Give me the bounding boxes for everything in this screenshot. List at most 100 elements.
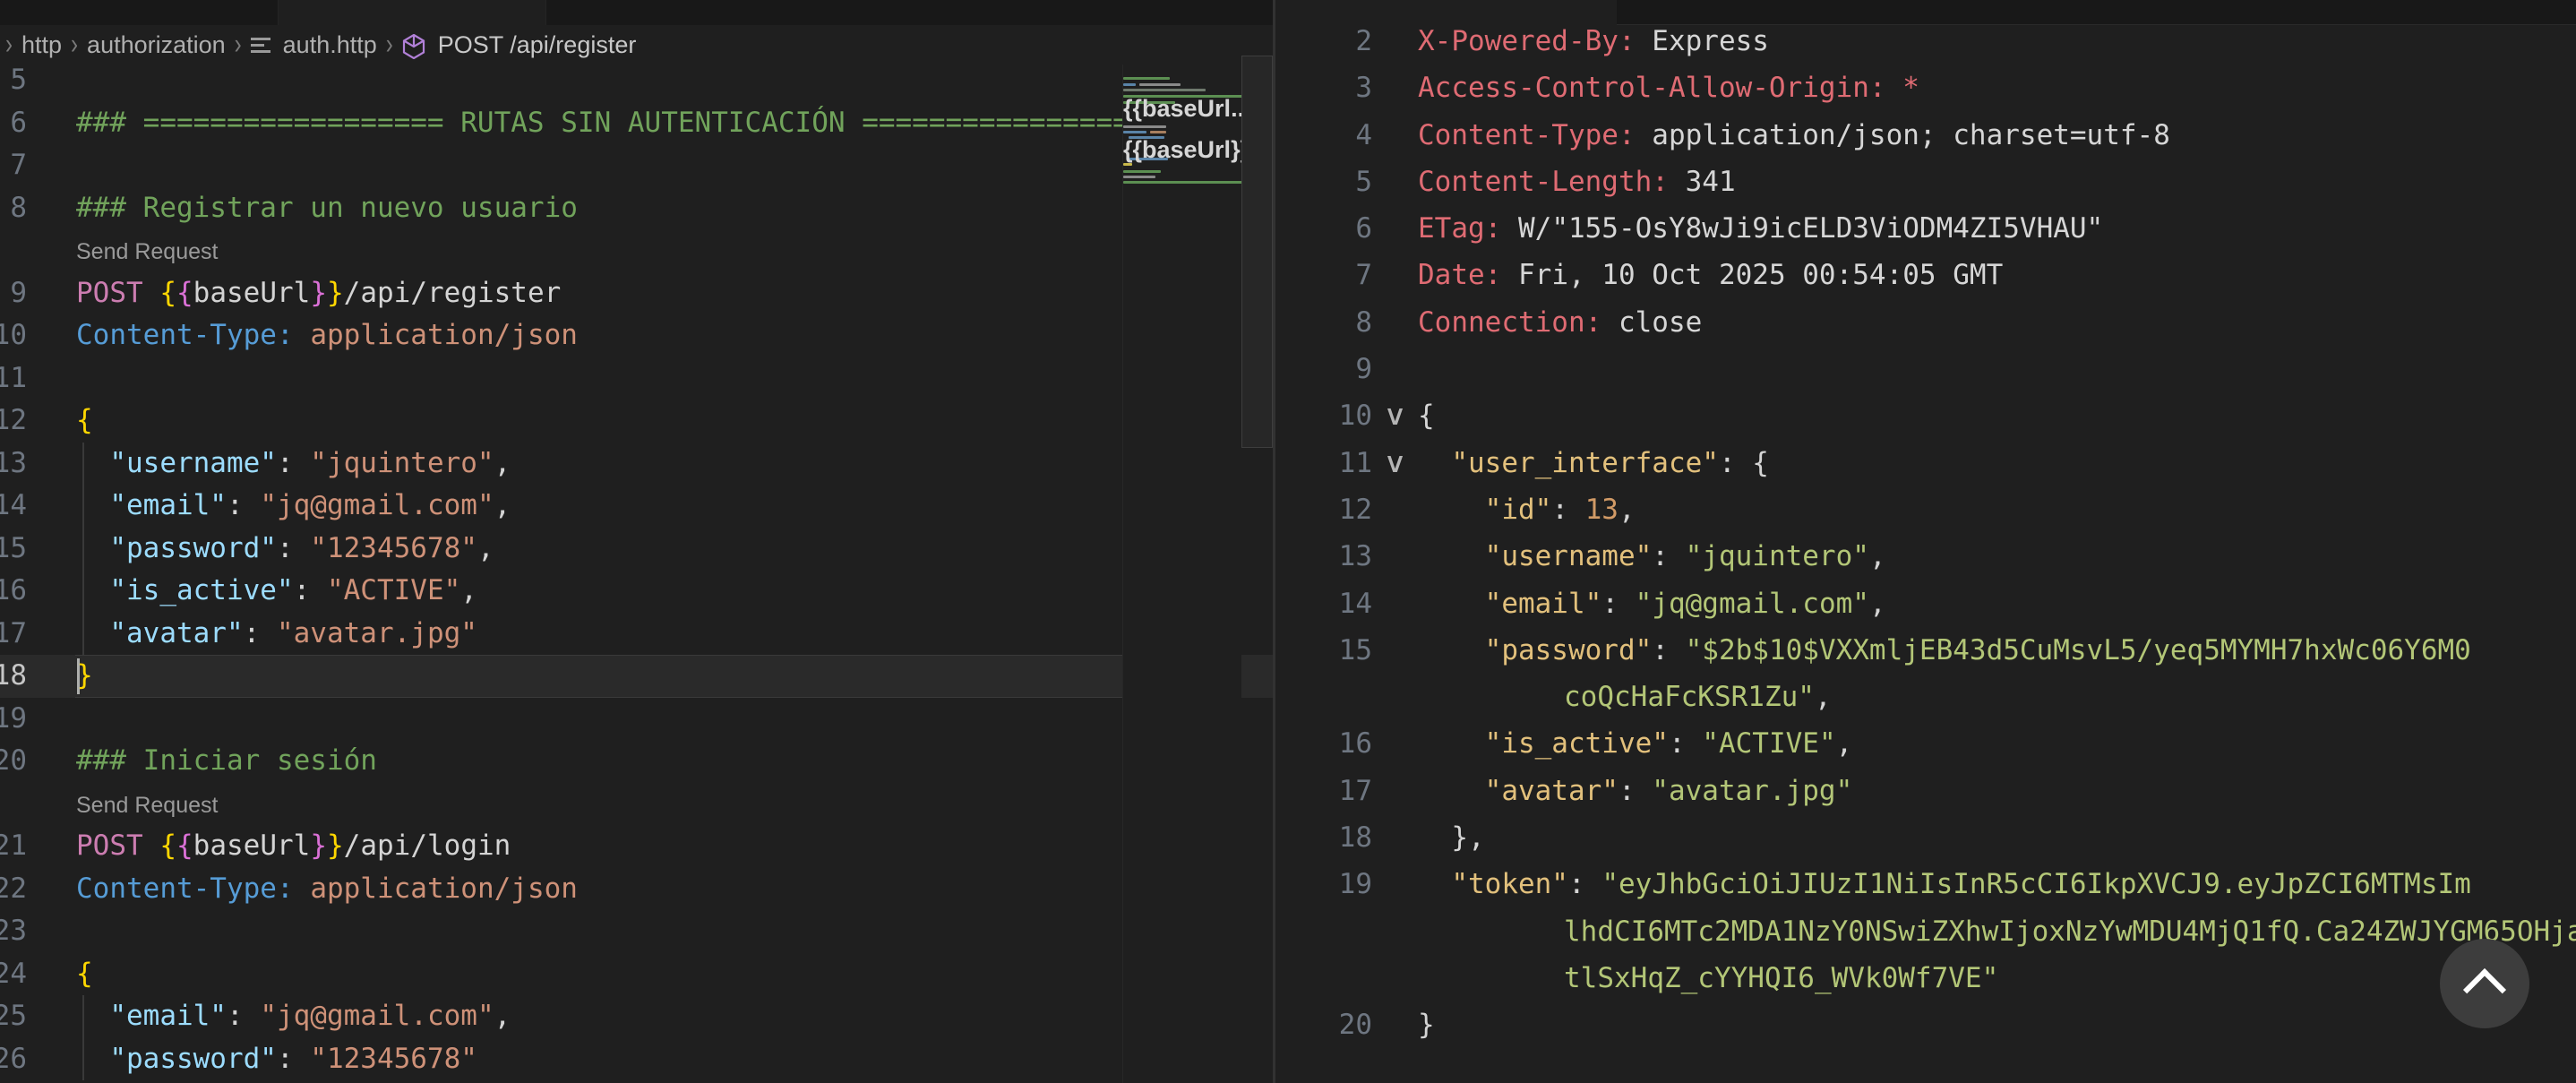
- fold-gutter: [1367, 346, 1424, 392]
- code-line[interactable]: 11: [0, 357, 1273, 400]
- breadcrumb-item-http[interactable]: http: [21, 31, 62, 59]
- vscode-window: ›http›authorization›auth.http›POST /api/…: [0, 0, 2576, 1083]
- line-number: 13: [1275, 533, 1372, 580]
- line-number: [1275, 955, 1372, 1001]
- code-line[interactable]: 5Content-Length: 341: [1275, 159, 2576, 205]
- code-line[interactable]: 10Content-Type: application/json: [0, 314, 1273, 357]
- scrollbar-thumb[interactable]: [1241, 56, 1273, 448]
- line-number: 12: [1275, 486, 1372, 533]
- code-text: "is_active": "ACTIVE",: [76, 570, 1273, 613]
- fold-gutter: [1367, 814, 1424, 861]
- line-number: 8: [0, 187, 27, 230]
- minimap-line: [1123, 125, 1166, 128]
- send-request-link[interactable]: Send Request: [76, 793, 218, 818]
- code-line[interactable]: 13 "username": "jquintero",: [1275, 533, 2576, 580]
- code-line[interactable]: 16 "is_active": "ACTIVE",: [0, 570, 1273, 613]
- indent-guide: [82, 995, 84, 1038]
- code-line[interactable]: 11∨ "user_interface": {: [1275, 440, 2576, 486]
- code-line[interactable]: 12 "id": 13,: [1275, 486, 2576, 533]
- code-line[interactable]: 17 "avatar": "avatar.jpg": [0, 613, 1273, 656]
- fold-gutter: [1367, 908, 1424, 955]
- code-line[interactable]: coQcHaFcKSR1Zu",: [1275, 674, 2576, 720]
- code-line[interactable]: 20}: [1275, 1001, 2576, 1048]
- code-line[interactable]: 25 "email": "jq@gmail.com",: [0, 995, 1273, 1038]
- line-number: 2: [1275, 18, 1372, 64]
- minimap-line: [1150, 131, 1166, 133]
- line-number: 19: [0, 698, 27, 741]
- code-line[interactable]: 21POST {{baseUrl}}/api/login: [0, 825, 1273, 868]
- code-line[interactable]: 5: [0, 59, 1273, 102]
- code-line[interactable]: 17 "avatar": "avatar.jpg": [1275, 768, 2576, 814]
- code-line[interactable]: 9: [1275, 346, 2576, 392]
- code-text: POST {{baseUrl}}/api/register: [76, 272, 1273, 315]
- code-line[interactable]: 19 "token": "eyJhbGciOiJIUzI1NiIsInR5cCI…: [1275, 861, 2576, 907]
- code-text: "email": "jq@gmail.com",: [1418, 580, 1886, 627]
- fold-chevron-icon[interactable]: ∨: [1367, 392, 1424, 439]
- code-text: Content-Type: application/json: [76, 314, 1273, 357]
- active-tab-stub[interactable]: [278, 0, 546, 25]
- request-editor[interactable]: 56 ### ================== RUTAS SIN AUTEN…: [0, 59, 1273, 1083]
- code-line[interactable]: 18 },: [1275, 814, 2576, 861]
- code-line[interactable]: 20### Iniciar sesión: [0, 740, 1273, 783]
- code-line[interactable]: tlSxHqZ_cYYHQI6_WVk0Wf7VE": [1275, 955, 2576, 1001]
- code-line[interactable]: 10∨{: [1275, 392, 2576, 439]
- indent-guide: [82, 570, 84, 613]
- code-line[interactable]: 24{: [0, 953, 1273, 996]
- code-line[interactable]: 3Access-Control-Allow-Origin: *: [1275, 64, 2576, 111]
- code-line[interactable]: 6 ### ================== RUTAS SIN AUTENT…: [0, 102, 1273, 145]
- code-line[interactable]: 15 "password": "12345678",: [0, 528, 1273, 571]
- code-line[interactable]: 12{: [0, 400, 1273, 443]
- minimap-line: [1123, 181, 1241, 184]
- code-line[interactable]: 4Content-Type: application/json; charset…: [1275, 112, 2576, 159]
- breadcrumb-separator-icon: ›: [382, 28, 397, 62]
- code-line[interactable]: 19: [0, 698, 1273, 741]
- line-number: 6: [0, 102, 27, 145]
- fold-chevron-icon[interactable]: ∨: [1367, 440, 1424, 486]
- code-line[interactable]: 7Date: Fri, 10 Oct 2025 00:54:05 GMT: [1275, 252, 2576, 298]
- code-line[interactable]: 15 "password": "$2b$10$VXXmljEB43d5CuMsv…: [1275, 627, 2576, 674]
- breadcrumb-item-authorization[interactable]: authorization: [87, 31, 226, 59]
- send-request-link[interactable]: Send Request: [76, 239, 218, 264]
- code-line[interactable]: 16 "is_active": "ACTIVE",: [1275, 720, 2576, 767]
- codelens-row[interactable]: Send Request: [0, 783, 1273, 826]
- code-line[interactable]: 9POST {{baseUrl}}/api/register: [0, 272, 1273, 315]
- scroll-to-top-button[interactable]: [2440, 939, 2529, 1028]
- tab-bar-left: [0, 0, 1273, 25]
- code-line[interactable]: 23: [0, 910, 1273, 953]
- code-line[interactable]: 14 "email": "jq@gmail.com",: [0, 485, 1273, 528]
- code-line[interactable]: 14 "email": "jq@gmail.com",: [1275, 580, 2576, 627]
- fold-gutter: [1367, 1001, 1424, 1048]
- minimap-line: [1123, 176, 1155, 178]
- fold-gutter: [1367, 205, 1424, 252]
- code-line[interactable]: 26 "password": "12345678": [0, 1038, 1273, 1081]
- line-number: 11: [1275, 440, 1372, 486]
- code-text: "is_active": "ACTIVE",: [1418, 720, 1852, 767]
- code-line[interactable]: 2X-Powered-By: Express: [1275, 18, 2576, 64]
- code-line[interactable]: 22Content-Type: application/json: [0, 868, 1273, 911]
- line-number: 20: [1275, 1001, 1372, 1048]
- codelens-row[interactable]: Send Request: [0, 229, 1273, 272]
- minimap-section-label: {{baseUrl.../r: [1123, 95, 1241, 123]
- code-line[interactable]: 18}: [0, 655, 1273, 698]
- code-line[interactable]: 13 "username": "jquintero",: [0, 443, 1273, 486]
- indent-guide: [82, 485, 84, 528]
- code-line[interactable]: lhdCI6MTc2MDA1NzY0NSwiZXhwIjoxNzYwMDU4Mj…: [1275, 908, 2576, 955]
- code-text: tlSxHqZ_cYYHQI6_WVk0Wf7VE": [1564, 955, 1998, 1001]
- minimap[interactable]: {{baseUrl.../r{{baseUrl}}/a: [1122, 64, 1241, 1083]
- line-number: 3: [1275, 64, 1372, 111]
- code-line[interactable]: 8Connection: close: [1275, 299, 2576, 346]
- response-editor[interactable]: 2X-Powered-By: Express3Access-Control-Al…: [1275, 18, 2576, 1049]
- fold-gutter: [1367, 533, 1424, 580]
- breadcrumb-item-auth-http[interactable]: auth.http: [283, 31, 377, 59]
- code-text: "token": "eyJhbGciOiJIUzI1NiIsInR5cCI6Ik…: [1418, 861, 2471, 907]
- minimap-line: [1123, 77, 1170, 80]
- code-text: "password": "12345678": [76, 1038, 1273, 1081]
- line-number: 22: [0, 868, 27, 911]
- code-line[interactable]: 7: [0, 144, 1273, 187]
- code-line[interactable]: 8### Registrar un nuevo usuario: [0, 187, 1273, 230]
- breadcrumb-separator-icon: ›: [67, 28, 82, 62]
- fold-gutter: [1367, 252, 1424, 298]
- code-line[interactable]: 6ETag: W/"155-OsY8wJi9icELD3ViODM4ZI5VHA…: [1275, 205, 2576, 252]
- code-text: ### ================== RUTAS SIN AUTENTI…: [76, 102, 1273, 145]
- breadcrumb-item-post-api-register[interactable]: POST /api/register: [438, 31, 637, 59]
